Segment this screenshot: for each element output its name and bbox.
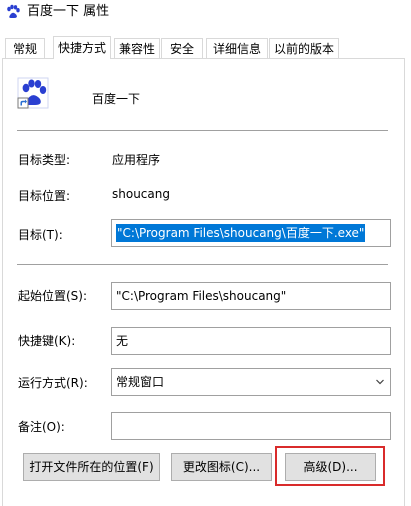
comment-field[interactable]	[111, 412, 391, 440]
hotkey-label: 快捷键(K):	[18, 334, 76, 348]
chevron-down-icon	[376, 379, 384, 385]
separator	[17, 264, 388, 265]
tab-shortcut[interactable]: 快捷方式	[53, 36, 111, 59]
change-icon-button[interactable]: 更改图标(C)...	[171, 453, 272, 481]
baidu-paw-icon	[5, 4, 21, 20]
run-select[interactable]: 常规窗口	[111, 368, 391, 396]
tab-strip: 常规 快捷方式 兼容性 安全 详细信息 以前的版本	[0, 36, 411, 59]
advanced-button[interactable]: 高级(D)...	[285, 453, 376, 481]
target-type-value: 应用程序	[112, 153, 161, 167]
run-value: 常规窗口	[116, 375, 165, 389]
target-field[interactable]: "C:\Program Files\shoucang\百度一下.exe"	[111, 219, 391, 247]
run-label: 运行方式(R):	[18, 376, 88, 390]
target-value: "C:\Program Files\shoucang\百度一下.exe"	[116, 224, 366, 242]
tab-compatibility[interactable]: 兼容性	[114, 38, 160, 58]
tab-details[interactable]: 详细信息	[206, 38, 268, 58]
shortcut-name: 百度一下	[92, 92, 141, 106]
tab-general[interactable]: 常规	[5, 38, 45, 58]
baidu-paw-icon	[17, 77, 49, 109]
target-label: 目标(T):	[18, 228, 63, 242]
target-location-value: shoucang	[112, 187, 170, 201]
comment-label: 备注(O):	[18, 420, 65, 434]
separator	[17, 130, 388, 131]
target-location-label: 目标位置:	[18, 189, 71, 203]
tab-previous-versions[interactable]: 以前的版本	[269, 38, 339, 58]
target-type-label: 目标类型:	[18, 153, 71, 167]
start-in-field[interactable]: "C:\Program Files\shoucang"	[111, 282, 391, 310]
start-in-label: 起始位置(S):	[18, 289, 88, 303]
title-bar: 百度一下 属性	[0, 0, 411, 26]
hotkey-field[interactable]: 无	[111, 327, 391, 355]
tab-security[interactable]: 安全	[161, 38, 203, 58]
start-in-value: "C:\Program Files\shoucang"	[116, 289, 287, 303]
open-file-location-button[interactable]: 打开文件所在的位置(F)	[23, 453, 160, 481]
window-title: 百度一下 属性	[27, 4, 110, 19]
hotkey-value: 无	[116, 334, 129, 348]
